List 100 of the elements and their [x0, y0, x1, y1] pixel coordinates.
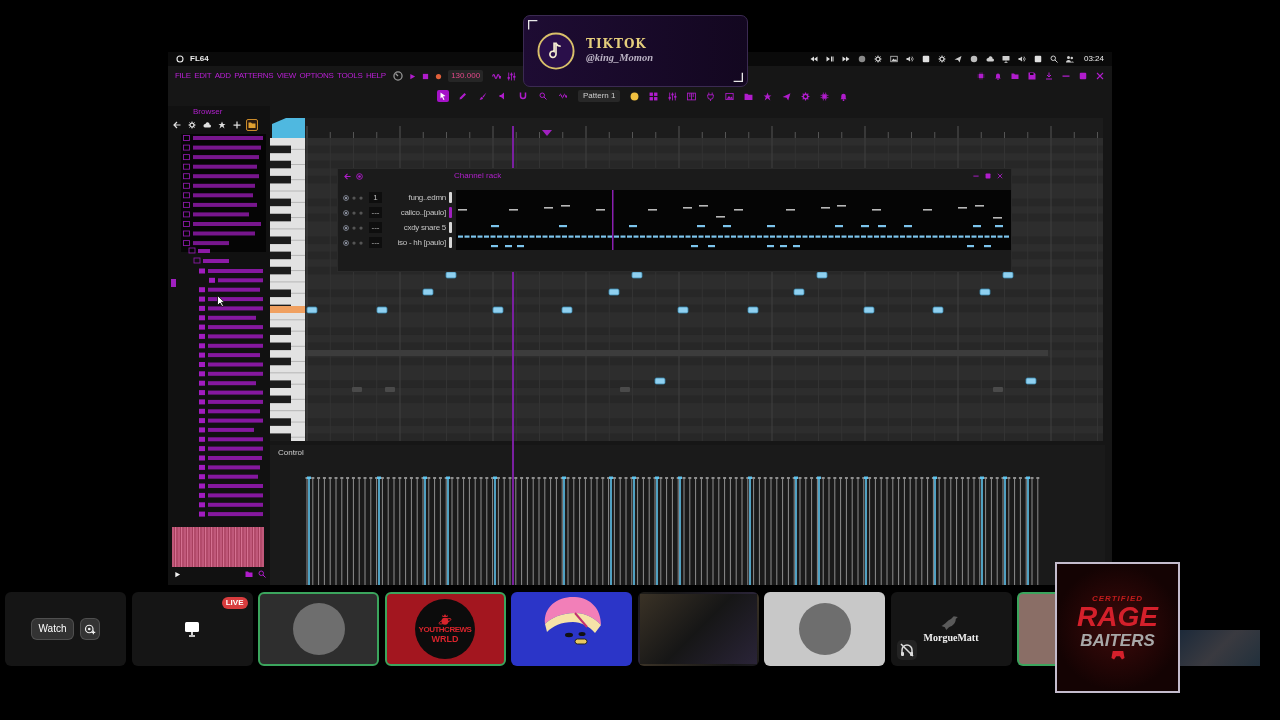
velocity-bar[interactable]: [446, 476, 450, 585]
volume-icon[interactable]: [1017, 55, 1026, 63]
square-icon[interactable]: [921, 55, 930, 63]
previous-track-icon[interactable]: [809, 55, 818, 63]
plane-icon[interactable]: [953, 55, 962, 63]
midi-note[interactable]: [608, 288, 620, 296]
search-icon[interactable]: [1049, 55, 1058, 63]
velocity-bar[interactable]: [423, 476, 427, 585]
velocity-bar[interactable]: [1003, 476, 1007, 585]
sliders-icon[interactable]: [507, 71, 517, 81]
menu-item[interactable]: PATTERNS: [234, 72, 274, 80]
knob-icon[interactable]: [393, 71, 404, 81]
square-icon[interactable]: [1033, 55, 1042, 63]
download-icon[interactable]: [1045, 72, 1053, 80]
midi-note[interactable]: [863, 306, 875, 314]
browser-tab-button[interactable]: [246, 119, 258, 131]
participant-tile[interactable]: YOUTHCREWS WRLD: [384, 592, 506, 666]
chip-icon[interactable]: [977, 72, 985, 80]
volume-icon[interactable]: [905, 55, 914, 63]
velocity-bar[interactable]: [493, 476, 497, 585]
play-icon[interactable]: [174, 570, 181, 578]
velocity-bar[interactable]: [562, 476, 566, 585]
close-icon[interactable]: [997, 173, 1003, 179]
watch-button[interactable]: Watch: [30, 618, 75, 640]
velocity-bar[interactable]: [794, 476, 798, 585]
channel-name[interactable]: fung..edmn: [384, 193, 446, 202]
star-icon[interactable]: [763, 91, 773, 101]
browser-tab-button[interactable]: [186, 119, 198, 131]
velocity-bar[interactable]: [377, 476, 381, 585]
play-pause-icon[interactable]: [825, 55, 834, 63]
velocity-bar[interactable]: [933, 476, 937, 585]
led-icon[interactable]: [343, 239, 349, 246]
midi-note[interactable]: [631, 271, 643, 279]
menu-item[interactable]: FILE: [175, 72, 191, 80]
monitor-icon[interactable]: [1001, 55, 1010, 63]
mixer-track-field[interactable]: ---: [369, 237, 382, 248]
chip-icon[interactable]: [820, 91, 830, 101]
velocity-bar[interactable]: [864, 476, 868, 585]
indicator-dot-icon[interactable]: [630, 91, 640, 101]
channel-name[interactable]: cxdy snare 5: [384, 223, 446, 232]
ring-icon[interactable]: [176, 55, 184, 63]
midi-note[interactable]: [979, 288, 991, 296]
control-tab[interactable]: Control: [278, 449, 304, 457]
velocity-bar[interactable]: [609, 476, 613, 585]
stream-tile[interactable]: Watch: [5, 592, 126, 666]
save-icon[interactable]: [1028, 72, 1036, 80]
users-icon[interactable]: [1065, 55, 1074, 63]
mixer-track-field[interactable]: 1: [369, 192, 382, 203]
velocity-bar[interactable]: [980, 476, 984, 585]
midi-note[interactable]: [1002, 271, 1014, 279]
midi-note[interactable]: [376, 306, 388, 314]
menu-item[interactable]: OPTIONS: [299, 72, 334, 80]
midi-note[interactable]: [422, 288, 434, 296]
velocity-bar[interactable]: [1026, 476, 1030, 585]
mixer-track-field[interactable]: ---: [369, 222, 382, 233]
cloud-icon[interactable]: [985, 55, 994, 63]
next-track-icon[interactable]: [841, 55, 850, 63]
corner-tab-icon[interactable]: [270, 118, 305, 138]
circle-icon[interactable]: [857, 55, 866, 63]
participant-tile[interactable]: [764, 592, 885, 666]
velocity-bar[interactable]: [748, 476, 752, 585]
back-arrow-icon[interactable]: [344, 172, 351, 180]
menu-item[interactable]: VIEW: [276, 72, 297, 80]
channel-name[interactable]: calico..[paulo]: [384, 208, 446, 217]
circle-icon[interactable]: [969, 55, 978, 63]
midi-note[interactable]: [561, 306, 573, 314]
piano-keys-icon[interactable]: [687, 91, 697, 101]
menu-item[interactable]: TOOLS: [337, 72, 363, 80]
velocity-bar[interactable]: [632, 476, 636, 585]
grid-icon[interactable]: [649, 91, 659, 101]
participant-tile[interactable]: [1017, 592, 1055, 666]
midi-note[interactable]: [677, 306, 689, 314]
midi-note[interactable]: [932, 306, 944, 314]
participant-tile[interactable]: [258, 592, 379, 666]
participant-tile[interactable]: [511, 592, 632, 666]
stop-icon[interactable]: [422, 72, 430, 80]
velocity-bar[interactable]: [655, 476, 659, 585]
tempo-display[interactable]: 130.000: [448, 70, 484, 82]
folder-icon[interactable]: [744, 91, 754, 101]
add-stream-button[interactable]: [80, 618, 101, 640]
sliders-icon[interactable]: [668, 91, 678, 101]
led-icon[interactable]: [356, 172, 363, 180]
velocity-bar[interactable]: [817, 476, 821, 585]
midi-note[interactable]: [816, 271, 828, 279]
record-icon[interactable]: [435, 72, 443, 80]
bell-icon[interactable]: [994, 72, 1002, 80]
mixer-track-field[interactable]: ---: [369, 207, 382, 218]
wave-icon[interactable]: [492, 71, 502, 81]
menu-item[interactable]: HELP: [365, 72, 386, 80]
folder-icon[interactable]: [245, 570, 253, 578]
velocity-bar[interactable]: [307, 476, 311, 585]
browser-tab-button[interactable]: [231, 119, 243, 131]
menu-item[interactable]: ADD: [214, 72, 231, 80]
bell-icon[interactable]: [839, 91, 849, 101]
led-icon[interactable]: [343, 194, 349, 201]
menu-item[interactable]: EDIT: [194, 72, 212, 80]
midi-note[interactable]: [492, 306, 504, 314]
midi-note[interactable]: [445, 271, 457, 279]
close-icon[interactable]: [1096, 72, 1104, 80]
plug-icon[interactable]: [706, 91, 716, 101]
